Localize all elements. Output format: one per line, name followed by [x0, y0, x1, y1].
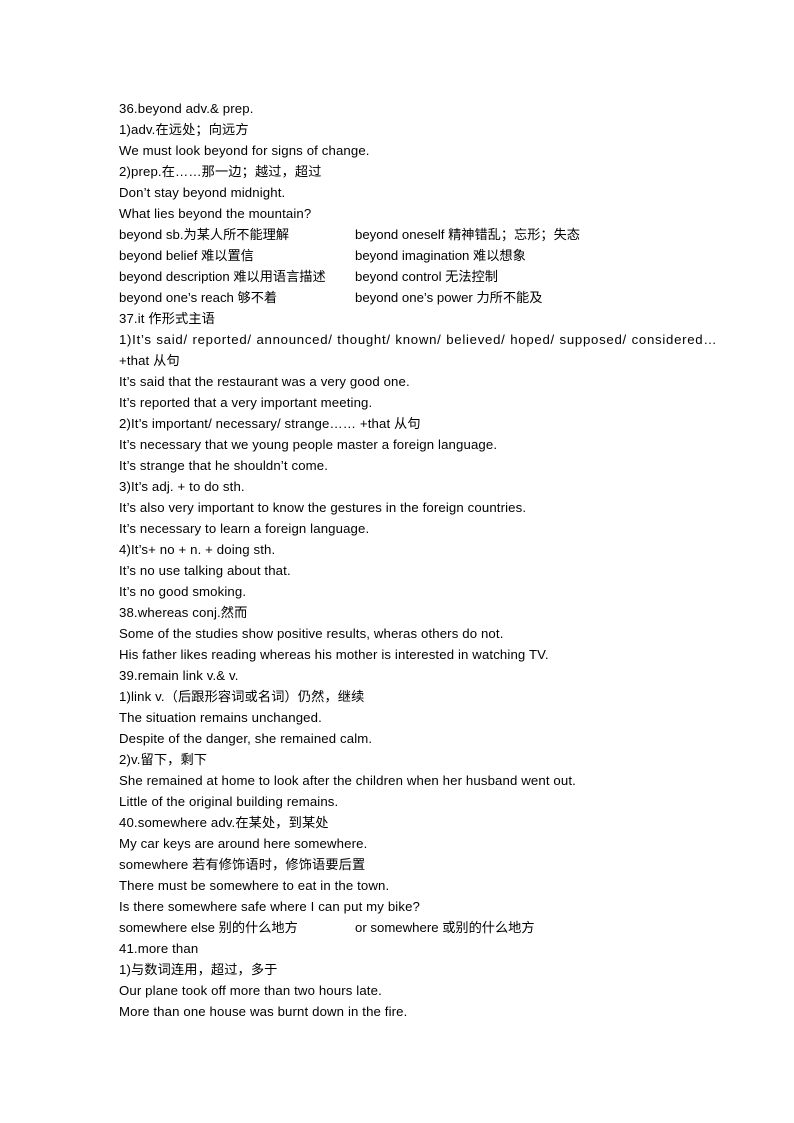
phrase-right: beyond control 无法控制 [355, 269, 498, 284]
entry-37: 37.it 作形式主语 1)It’s said/ reported/ announ… [119, 308, 794, 602]
phrase-row: beyond belief 难以置信 beyond imagination 难以想… [119, 245, 794, 266]
phrase-row: beyond description 难以用语言描述 beyond control… [119, 266, 794, 287]
phrase-left: beyond sb.为某人所不能理解 [119, 227, 290, 242]
text-line: 4)It’s+ no + n. + doing sth. [119, 542, 276, 557]
document-body: 36.beyond adv.& prep. 1)adv.在远处；向远方 We mus… [119, 98, 794, 1022]
phrase-left: beyond description 难以用语言描述 [119, 269, 326, 284]
phrase-left: beyond one’s reach 够不着 [119, 290, 278, 305]
entry-41: 41.more than 1)与数词连用，超过，多于 Our plane took … [119, 938, 794, 1022]
text-line: It’s no use talking about that. [119, 563, 291, 578]
phrase-right: or somewhere 或别的什么地方 [355, 920, 535, 935]
text-line: 37.it 作形式主语 [119, 311, 215, 326]
phrase-right: beyond oneself 精神错乱；忘形；失态 [355, 227, 580, 242]
text-line: It’s no good smoking. [119, 584, 247, 599]
text-line: What lies beyond the mountain? [119, 206, 312, 221]
text-line: It’s necessary to learn a foreign langua… [119, 521, 370, 536]
text-line: We must look beyond for signs of change. [119, 143, 370, 158]
text-line: Some of the studies show positive result… [119, 626, 504, 641]
text-line: Don’t stay beyond midnight. [119, 185, 286, 200]
text-line: 2)v.留下，剩下 [119, 752, 208, 767]
text-line: 41.more than [119, 941, 199, 956]
phrase-row: somewhere else 别的什么地方 or somewhere 或别的什么地… [119, 917, 794, 938]
phrase-row: beyond sb.为某人所不能理解 beyond oneself 精神错乱；忘形… [119, 224, 794, 245]
phrase-right: beyond one’s power 力所不能及 [355, 290, 543, 305]
text-line: 2)prep.在……那一边；越过，超过 [119, 164, 322, 179]
text-line: +that 从句 [119, 353, 180, 368]
text-line: somewhere 若有修饰语时，修饰语要后置 [119, 857, 366, 872]
text-line: 36.beyond adv.& prep. [119, 101, 254, 116]
entry-39: 39.remain link v.& v. 1)link v.（后跟形容词或名词）… [119, 665, 794, 812]
document-page: 36.beyond adv.& prep. 1)adv.在远处；向远方 We mus… [0, 0, 794, 1123]
phrase-left: somewhere else 别的什么地方 [119, 920, 298, 935]
text-line: It’s reported that a very important meet… [119, 395, 373, 410]
text-line: 1)link v.（后跟形容词或名词）仍然，继续 [119, 689, 365, 704]
text-line: My car keys are around here somewhere. [119, 836, 368, 851]
text-line: 38.whereas conj.然而 [119, 605, 248, 620]
text-line: Despite of the danger, she remained calm… [119, 731, 373, 746]
text-line: It’s said that the restaurant was a very… [119, 374, 410, 389]
text-line: It’s strange that he shouldn’t come. [119, 458, 329, 473]
text-line: 40.somewhere adv.在某处，到某处 [119, 815, 329, 830]
text-line: Little of the original building remains. [119, 794, 339, 809]
text-line: 3)It’s adj. + to do sth. [119, 479, 245, 494]
phrase-left: beyond belief 难以置信 [119, 248, 254, 263]
text-line: 2)It’s important/ necessary/ strange…… +… [119, 416, 421, 431]
text-line: Our plane took off more than two hours l… [119, 983, 382, 998]
text-line: The situation remains unchanged. [119, 710, 322, 725]
entry-38: 38.whereas conj.然而 Some of the studies sh… [119, 602, 794, 665]
text-line: More than one house was burnt down in th… [119, 1004, 408, 1019]
entry-40: 40.somewhere adv.在某处，到某处 My car keys are … [119, 812, 794, 938]
text-line: 1)与数词连用，超过，多于 [119, 962, 278, 977]
text-line: His father likes reading whereas his mot… [119, 647, 549, 662]
text-line: It’s necessary that we young people mast… [119, 437, 498, 452]
text-line: 39.remain link v.& v. [119, 668, 239, 683]
entry-36: 36.beyond adv.& prep. 1)adv.在远处；向远方 We mus… [119, 98, 794, 308]
text-line: It’s also very important to know the ges… [119, 500, 527, 515]
text-line: Is there somewhere safe where I can put … [119, 899, 421, 914]
text-line: 1)It’s said/ reported/ announced/ though… [119, 332, 718, 347]
text-line: There must be somewhere to eat in the to… [119, 878, 390, 893]
phrase-right: beyond imagination 难以想象 [355, 248, 526, 263]
phrase-row: beyond one’s reach 够不着 beyond one’s power… [119, 287, 794, 308]
text-line: 1)adv.在远处；向远方 [119, 122, 249, 137]
text-line: She remained at home to look after the c… [119, 773, 576, 788]
